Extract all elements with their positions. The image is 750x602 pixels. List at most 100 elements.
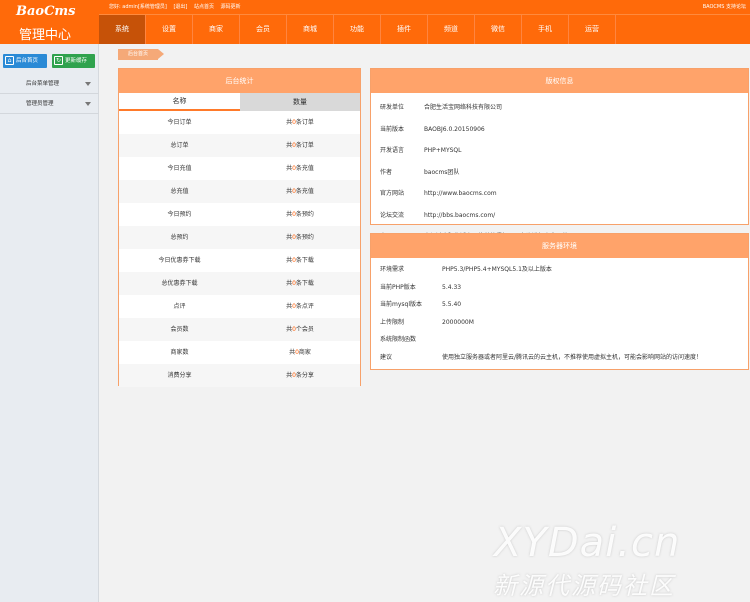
sidebar-item-label: 后台菜单管理 <box>26 81 60 87</box>
nav-tab-system[interactable]: 系统 <box>99 15 146 44</box>
column-header-name[interactable]: 名称 <box>119 93 240 111</box>
info-row: 环境需求 PHP5.3/PHP5.4+MYSQL5.1及以上版本 <box>371 261 748 279</box>
stat-name: 点评 <box>173 303 186 310</box>
support-link[interactable]: BAOCMS 支持论坛 <box>703 0 746 14</box>
stat-name: 总预约 <box>170 234 189 241</box>
chevron-down-icon <box>85 82 91 86</box>
info-value: baocms团队 <box>424 168 460 176</box>
info-key: 开发语言 <box>380 147 405 154</box>
admin-home-button[interactable]: ⌂ 后台首页 <box>3 54 47 68</box>
stat-suffix: 条订单 <box>295 119 314 126</box>
info-key: 论坛交流 <box>380 211 405 219</box>
table-row: 消费分享 共0条分享 <box>119 364 360 387</box>
info-key: 研发单位 <box>380 104 405 111</box>
nav-tab-channels[interactable]: 频道 <box>428 15 475 44</box>
stat-suffix: 条点评 <box>295 303 314 310</box>
stat-name: 商家数 <box>170 349 189 356</box>
info-key: 上传限制 <box>380 318 405 326</box>
welcome-text: 您好: admin[系统管理员] <box>109 4 167 10</box>
update-cache-button[interactable]: ↻ 更新缓存 <box>52 54 95 68</box>
stat-value: 共0条下载 <box>240 272 360 295</box>
info-key: 当前PHP版本 <box>380 283 416 291</box>
info-key: 系统限制函数 <box>380 336 417 343</box>
stat-name: 总优惠券下载 <box>161 280 198 287</box>
copyright-panel-title: 版权信息 <box>371 69 748 93</box>
stat-suffix: 条下载 <box>295 257 314 264</box>
table-row: 总充值 共0条充值 <box>119 180 360 203</box>
stat-value: 共0条点评 <box>240 295 360 318</box>
stat-name: 总充值 <box>170 188 189 195</box>
breadcrumb[interactable]: 后台首页 <box>118 49 165 60</box>
update-cache-label: 更新缓存 <box>65 58 88 64</box>
stat-value: 共0条预约 <box>240 226 360 249</box>
info-row: 官方网站 http://www.baocms.com <box>371 183 748 205</box>
info-row: 当前PHP版本 5.4.33 <box>371 279 748 297</box>
stats-panel-title: 后台统计 <box>119 69 360 93</box>
nav-tab-settings[interactable]: 设置 <box>146 15 193 44</box>
table-row: 今日预约 共0条预约 <box>119 203 360 226</box>
column-header-count[interactable]: 数量 <box>240 93 360 111</box>
nav-tab-mall[interactable]: 商城 <box>287 15 334 44</box>
table-row: 今日订单 共0条订单 <box>119 111 360 134</box>
table-row: 总订单 共0条订单 <box>119 134 360 157</box>
server-panel-title: 服务器环境 <box>371 234 748 258</box>
server-env-panel: 服务器环境 环境需求 PHP5.3/PHP5.4+MYSQL5.1及以上版本 当前… <box>370 233 749 370</box>
stat-suffix: 条下载 <box>295 280 314 287</box>
sidebar-item-admin-management[interactable]: 管理员管理 <box>0 94 99 114</box>
official-site-link[interactable]: http://www.baocms.com <box>424 183 497 205</box>
info-key: 作者 <box>380 168 393 176</box>
brand-logo: BaoCms <box>16 4 76 19</box>
info-row: 论坛交流 http://bbs.baocms.com/ <box>371 205 748 227</box>
stats-column-headers: 名称 数量 <box>119 93 360 111</box>
watermark-slogan: 新源代源码社区 <box>493 572 675 600</box>
site-home-link[interactable]: 站点首页 <box>194 4 214 10</box>
server-rows: 环境需求 PHP5.3/PHP5.4+MYSQL5.1及以上版本 当前PHP版本 5… <box>371 258 748 366</box>
nav-tab-merchants[interactable]: 商家 <box>193 15 240 44</box>
nav-tab-wechat[interactable]: 微信 <box>475 15 522 44</box>
info-row: 建议 使用独立服务器或者阿里云/腾讯云的云主机，不推荐使用虚拟主机，可能会影响网站… <box>371 349 748 367</box>
stat-suffix: 条充值 <box>295 188 314 195</box>
table-row: 总优惠券下载 共0条下载 <box>119 272 360 295</box>
nav-tab-features[interactable]: 功能 <box>334 15 381 44</box>
logout-link[interactable]: [退出] <box>173 4 187 10</box>
admin-home-label: 后台首页 <box>16 58 39 64</box>
info-key: 当前mysql版本 <box>380 301 422 308</box>
info-row: 当前版本 BAOBJ6.0.20150906 <box>371 119 748 141</box>
sidebar-item-menu-management[interactable]: 后台菜单管理 <box>0 74 99 94</box>
stat-suffix: 商家 <box>298 349 311 356</box>
stat-name: 今日充值 <box>167 165 192 172</box>
info-value: 5.5.40 <box>442 301 462 308</box>
top-info-bar: 您好: admin[系统管理员] [退出] 站点首页 源码更新 BAOCMS 支… <box>99 0 750 14</box>
stat-suffix: 条预约 <box>295 211 314 218</box>
watermark-domain: XYDai.cn <box>494 520 681 566</box>
copyright-rows: 研发单位 合肥生活宝网络科技有限公司 当前版本 BAOBJ6.0.20150906 … <box>371 93 748 248</box>
stat-suffix: 条分享 <box>295 372 314 379</box>
stat-name: 今日预约 <box>167 211 192 218</box>
stat-name: 消费分享 <box>167 372 192 379</box>
refresh-icon: ↻ <box>54 56 63 65</box>
info-row: 开发语言 PHP+MYSQL <box>371 140 748 162</box>
home-icon: ⌂ <box>5 56 14 65</box>
nav-tab-operations[interactable]: 运营 <box>569 15 616 44</box>
nav-tab-plugins[interactable]: 插件 <box>381 15 428 44</box>
stat-name: 今日优惠券下载 <box>158 257 201 264</box>
info-key: 当前版本 <box>380 125 405 133</box>
info-key: 环境需求 <box>380 266 405 273</box>
forum-link[interactable]: http://bbs.baocms.com/ <box>424 205 495 227</box>
info-key: 建议 <box>380 353 393 361</box>
logo-area: BaoCms 管理中心 <box>0 0 99 44</box>
stat-value: 共0条预约 <box>240 203 360 226</box>
stat-suffix: 个会员 <box>295 326 314 333</box>
nav-tab-members[interactable]: 会员 <box>240 15 287 44</box>
sidebar: ⌂ 后台首页 ↻ 更新缓存 后台菜单管理 管理员管理 <box>0 44 99 602</box>
table-row: 商家数 共0商家 <box>119 341 360 364</box>
nav-tab-mobile[interactable]: 手机 <box>522 15 569 44</box>
chevron-down-icon <box>85 102 91 106</box>
stat-suffix: 条订单 <box>295 142 314 149</box>
stat-value: 共0商家 <box>240 341 360 364</box>
stat-value: 共0条充值 <box>240 180 360 203</box>
source-update-link[interactable]: 源码更新 <box>221 4 241 10</box>
stat-value: 共0条分享 <box>240 364 360 387</box>
stat-suffix: 条预约 <box>295 234 314 241</box>
stat-name: 总订单 <box>170 142 189 149</box>
